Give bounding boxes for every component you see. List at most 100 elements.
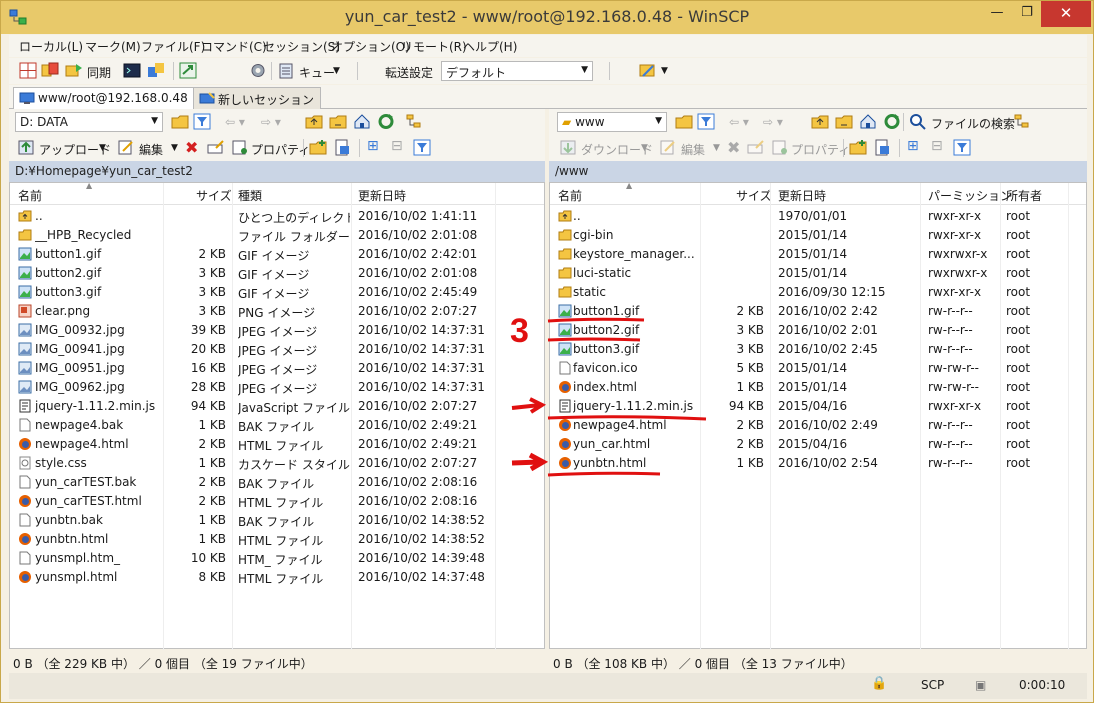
edit-button[interactable]: 編集 <box>681 141 705 158</box>
transfer-icon[interactable] <box>147 62 165 79</box>
remote-file-list[interactable]: 名前 ▲ サイズ 更新日時 パーミッション 所有者 .. 1970/01/01 rw… <box>549 181 1087 650</box>
file-row[interactable]: jquery-1.11.2.min.js 94 KB 2015/04/16 rwxr-… <box>550 397 1086 416</box>
layout-icon[interactable] <box>639 62 657 79</box>
file-row[interactable]: style.css 1 KB カスケード スタイル ... 2016/10/02 2:… <box>10 454 544 473</box>
column-size[interactable]: サイズ <box>196 187 232 204</box>
file-row[interactable]: IMG_00951.jpg 16 KB JPEG イメージ 2016/10/02 14… <box>10 359 544 378</box>
new-folder-icon[interactable] <box>309 139 327 156</box>
close-button[interactable]: ✕ <box>1041 1 1091 27</box>
file-row[interactable]: cgi-bin 2015/01/14 rwxr-xr-x root <box>550 226 1086 245</box>
column-modified[interactable]: 更新日時 <box>358 187 406 204</box>
menu-file[interactable]: ファイル(F) <box>141 38 205 55</box>
maximize-button[interactable]: ❐ <box>1013 1 1041 27</box>
minimize-button[interactable]: — <box>983 1 1011 27</box>
column-name[interactable]: 名前 <box>558 187 582 204</box>
new-file-icon[interactable] <box>333 139 351 156</box>
queue-label[interactable]: キュー <box>299 64 335 81</box>
menu-help[interactable]: ヘルプ(H) <box>463 38 517 55</box>
remote-dir-select[interactable]: ▰ www ▼ <box>557 112 667 132</box>
back-arrow-icon[interactable]: ⇦ ▾ <box>225 115 245 129</box>
properties-icon[interactable] <box>231 139 249 156</box>
open-folder-icon[interactable] <box>675 113 693 130</box>
edit-icon[interactable] <box>117 139 135 156</box>
open-session-icon[interactable] <box>179 62 197 79</box>
file-row[interactable]: button1.gif 2 KB 2016/10/02 2:42 rw-r--r-- r… <box>550 302 1086 321</box>
menu-options[interactable]: オプション(O) <box>331 38 410 55</box>
local-drive-select[interactable]: D: DATA ▼ <box>15 112 163 132</box>
edit-button[interactable]: 編集 <box>139 141 163 158</box>
remote-path[interactable]: /www <box>549 161 1087 182</box>
preferences-gear-icon[interactable] <box>249 62 267 79</box>
local-path[interactable]: D:¥Homepage¥yun_car_test2 <box>9 161 545 182</box>
back-arrow-icon[interactable]: ⇦ ▾ <box>729 115 749 129</box>
root-dir-icon[interactable] <box>835 113 853 130</box>
file-row[interactable]: __HPB_Recycled ファイル フォルダー 2016/10/02 2:01:… <box>10 226 544 245</box>
tab-session[interactable]: www/root@192.168.0.48 <box>13 87 195 109</box>
menu-command[interactable]: コマンド(C) <box>201 38 267 55</box>
file-row[interactable]: newpage4.html 2 KB HTML ファイル 2016/10/02 2:4… <box>10 435 544 454</box>
find-files-button[interactable]: ファイルの検索 <box>931 115 1015 132</box>
menu-mark[interactable]: マーク(M) <box>85 38 141 55</box>
column-size[interactable]: サイズ <box>736 187 772 204</box>
file-row[interactable]: newpage4.bak 1 KB BAK ファイル 2016/10/02 2:49:… <box>10 416 544 435</box>
filter-select-icon[interactable] <box>413 139 431 156</box>
menu-session[interactable]: セッション(S) <box>263 38 340 55</box>
delete-icon[interactable]: ✖ <box>727 138 740 157</box>
file-row[interactable]: yun_carTEST.html 2 KB HTML ファイル 2016/10/02 … <box>10 492 544 511</box>
deselect-icon[interactable]: ⊟ <box>391 138 403 154</box>
open-folder-icon[interactable] <box>171 113 189 130</box>
filter-icon[interactable] <box>697 113 715 130</box>
parent-dir-icon[interactable] <box>811 113 829 130</box>
properties-button[interactable]: プロパティ <box>791 141 850 158</box>
deselect-icon[interactable]: ⊟ <box>931 138 943 154</box>
edit-dropdown-arrow-icon[interactable]: ▼ <box>713 143 720 153</box>
new-file-icon[interactable] <box>873 139 891 156</box>
compare-dirs-icon[interactable] <box>41 62 59 79</box>
column-owner[interactable]: 所有者 <box>1006 187 1042 204</box>
file-row[interactable]: yunbtn.html 1 KB HTML ファイル 2016/10/02 14:38… <box>10 530 544 549</box>
file-row[interactable]: button3.gif 3 KB 2016/10/02 2:45 rw-r--r-- r… <box>550 340 1086 359</box>
file-row[interactable]: static 2016/09/30 12:15 rwxr-xr-x root <box>550 283 1086 302</box>
select-all-icon[interactable]: ⊞ <box>907 138 919 154</box>
filter-select-icon[interactable] <box>953 139 971 156</box>
column-modified[interactable]: 更新日時 <box>778 187 826 204</box>
properties-button[interactable]: プロパティ <box>251 141 310 158</box>
column-type[interactable]: 種類 <box>238 187 262 204</box>
file-row[interactable]: IMG_00962.jpg 28 KB JPEG イメージ 2016/10/02 14… <box>10 378 544 397</box>
file-row[interactable]: favicon.ico 5 KB 2015/01/14 rw-rw-r-- root <box>550 359 1086 378</box>
file-row[interactable]: IMG_00941.jpg 20 KB JPEG イメージ 2016/10/02 14… <box>10 340 544 359</box>
home-icon[interactable] <box>353 113 371 130</box>
file-row[interactable]: button2.gif 3 KB 2016/10/02 2:01 rw-r--r-- r… <box>550 321 1086 340</box>
upload-icon[interactable] <box>17 139 35 156</box>
file-row[interactable]: newpage4.html 2 KB 2016/10/02 2:49 rw-r--r-… <box>550 416 1086 435</box>
file-row[interactable]: yun_carTEST.bak 2 KB BAK ファイル 2016/10/02 2:… <box>10 473 544 492</box>
menu-local[interactable]: ローカル(L) <box>19 38 83 55</box>
refresh-icon[interactable] <box>377 113 395 130</box>
edit-dropdown-arrow-icon[interactable]: ▼ <box>171 143 178 153</box>
file-row[interactable]: yun_car.html 2 KB 2015/04/16 rw-r--r-- root <box>550 435 1086 454</box>
file-row[interactable]: yunsmpl.htm_ 10 KB HTM_ ファイル 2016/10/02 14:… <box>10 549 544 568</box>
new-folder-icon[interactable] <box>849 139 867 156</box>
layout-dropdown-arrow-icon[interactable]: ▼ <box>661 66 668 76</box>
forward-arrow-icon[interactable]: ⇨ ▾ <box>261 115 281 129</box>
file-row[interactable]: button2.gif 3 KB GIF イメージ 2016/10/02 2:01:0… <box>10 264 544 283</box>
tree-icon[interactable] <box>405 113 423 130</box>
file-row[interactable]: button3.gif 3 KB GIF イメージ 2016/10/02 2:45:4… <box>10 283 544 302</box>
column-name[interactable]: 名前 <box>18 187 42 204</box>
properties-icon[interactable] <box>771 139 789 156</box>
home-icon[interactable] <box>859 113 877 130</box>
file-row[interactable]: IMG_00932.jpg 39 KB JPEG イメージ 2016/10/02 14… <box>10 321 544 340</box>
file-row[interactable]: .. ひとつ上のディレクトリ 2016/10/02 1:41:11 <box>10 207 544 226</box>
file-row[interactable]: button1.gif 2 KB GIF イメージ 2016/10/02 2:42:0… <box>10 245 544 264</box>
file-row[interactable]: jquery-1.11.2.min.js 94 KB JavaScript ファイル… <box>10 397 544 416</box>
select-all-icon[interactable]: ⊞ <box>367 138 379 154</box>
file-row[interactable]: clear.png 3 KB PNG イメージ 2016/10/02 2:07:27 <box>10 302 544 321</box>
queue-dropdown-arrow-icon[interactable]: ▼ <box>333 66 340 76</box>
find-files-icon[interactable] <box>909 113 927 130</box>
file-row[interactable]: index.html 1 KB 2015/01/14 rw-rw-r-- root <box>550 378 1086 397</box>
sync-label[interactable]: 同期 <box>87 64 111 81</box>
refresh-icon[interactable] <box>883 113 901 130</box>
terminal-icon[interactable] <box>123 62 141 79</box>
file-row[interactable]: yunbtn.bak 1 KB BAK ファイル 2016/10/02 14:38:5… <box>10 511 544 530</box>
forward-arrow-icon[interactable]: ⇨ ▾ <box>763 115 783 129</box>
